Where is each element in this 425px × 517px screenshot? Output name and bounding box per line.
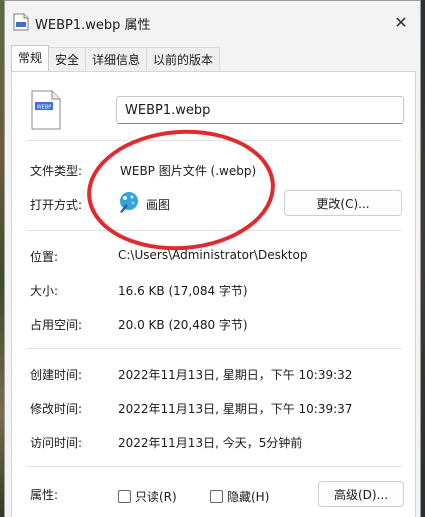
size-on-disk-value: 20.0 KB (20,480 字节)	[118, 318, 248, 332]
general-tab-panel: WEBP 文件类型: WEBP 图片文件 (.webp) 打开方式: 画图 更改…	[11, 71, 416, 517]
close-button[interactable]: ✕	[388, 9, 414, 35]
svg-text:WEBP: WEBP	[37, 105, 52, 111]
tab-security[interactable]: 安全	[48, 47, 87, 71]
close-icon: ✕	[394, 12, 408, 32]
file-type-value: WEBP 图片文件 (.webp)	[120, 164, 257, 178]
tab-details[interactable]: 详细信息	[85, 47, 148, 71]
paint-app-icon	[120, 192, 138, 213]
divider	[26, 230, 402, 231]
opens-with-label: 打开方式:	[30, 198, 83, 212]
webp-file-icon: WEBP	[31, 90, 61, 130]
accessed-value: 2022年11月13日, 今天，5分钟前	[118, 436, 303, 450]
webp-file-icon	[13, 13, 29, 31]
change-app-button[interactable]: 更改(C)...	[284, 190, 402, 216]
divider	[26, 348, 402, 349]
divider	[26, 466, 402, 467]
file-type-label: 文件类型:	[30, 164, 83, 178]
size-on-disk-label: 占用空间:	[30, 318, 83, 332]
created-label: 创建时间:	[30, 368, 83, 382]
hidden-label: 隐藏(H)	[227, 490, 270, 504]
divider	[26, 140, 402, 141]
properties-dialog: WEBP1.webp 属性 ✕ 常规 安全 详细信息 以前的版本 WEBP 文件…	[4, 0, 421, 517]
modified-label: 修改时间:	[30, 402, 83, 416]
readonly-label: 只读(R)	[135, 490, 177, 504]
created-value: 2022年11月13日, 星期日，下午 10:39:32	[118, 368, 353, 382]
size-label: 大小:	[30, 284, 59, 298]
file-name-field[interactable]	[116, 96, 404, 124]
window-title: WEBP1.webp 属性	[35, 18, 151, 33]
checkbox-box[interactable]	[118, 490, 131, 503]
app-name: 画图	[146, 198, 171, 212]
accessed-label: 访问时间:	[30, 436, 83, 450]
tab-general[interactable]: 常规	[11, 45, 50, 71]
tab-strip: 常规 安全 详细信息 以前的版本	[11, 45, 221, 71]
location-label: 位置:	[30, 250, 59, 264]
checkbox-box[interactable]	[210, 490, 223, 503]
title-bar[interactable]: WEBP1.webp 属性 ✕	[5, 1, 420, 43]
size-value: 16.6 KB (17,084 字节)	[118, 284, 248, 298]
readonly-checkbox[interactable]: 只读(R)	[118, 488, 177, 505]
tab-previous-versions[interactable]: 以前的版本	[146, 47, 221, 71]
hidden-checkbox[interactable]: 隐藏(H)	[210, 488, 269, 505]
advanced-button[interactable]: 高级(D)...	[318, 481, 404, 507]
red-circle-annotation	[83, 123, 279, 257]
attributes-label: 属性:	[30, 488, 59, 502]
modified-value: 2022年11月13日, 星期日，下午 10:39:37	[118, 402, 353, 416]
location-value: C:\Users\Administrator\Desktop	[118, 248, 308, 262]
